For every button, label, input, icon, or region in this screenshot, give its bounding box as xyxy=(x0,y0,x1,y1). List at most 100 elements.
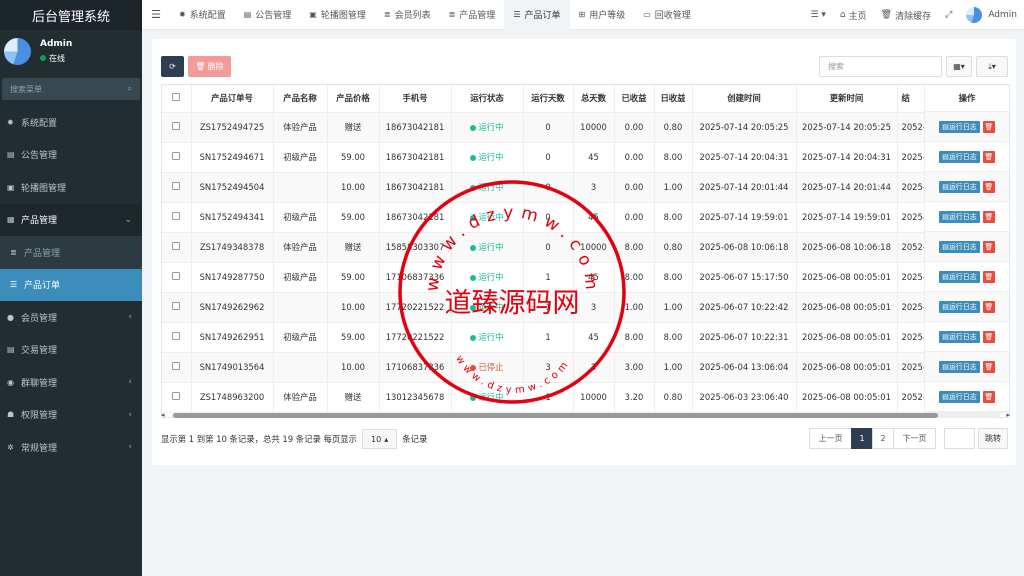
table-row[interactable]: SN1749262951 初级产品 59.00 17720221522 运行中 1 45 8.… xyxy=(162,322,1009,353)
refresh-button[interactable]: ⟳ xyxy=(161,56,184,77)
run-log-button[interactable]: ▤ 运行日志 xyxy=(939,360,980,373)
prev-page-button[interactable]: 上一页 xyxy=(809,428,852,449)
page-size-select[interactable]: 10 ▴ xyxy=(362,429,398,449)
page-1-button[interactable]: 1 xyxy=(851,428,873,449)
sidebar-item-trades[interactable]: ▤ 交易管理 xyxy=(0,334,142,367)
col-status[interactable]: 运行状态 xyxy=(451,85,524,113)
sidebar-item-notices[interactable]: ▤ 公告管理 xyxy=(0,139,142,172)
sidebar-search-input[interactable]: 搜索菜单 ⌕ xyxy=(2,78,140,100)
row-checkbox-cell[interactable] xyxy=(162,112,192,143)
tab-menu-dropdown[interactable]: ☰ ▾ xyxy=(803,10,832,20)
row-checkbox[interactable] xyxy=(172,332,181,340)
sidebar-item-group-chat[interactable]: ◉ 群聊管理 ‹ xyxy=(0,366,142,399)
row-checkbox[interactable] xyxy=(172,362,181,370)
page-jump-input[interactable] xyxy=(944,428,975,449)
row-checkbox-cell[interactable] xyxy=(162,232,192,263)
run-log-button[interactable]: ▤ 运行日志 xyxy=(939,300,980,313)
table-row[interactable]: SN1749013564 10.00 17106837336 已停止 3 3 3.00 1.0… xyxy=(162,352,1009,383)
table-row[interactable]: SN1752494341 初级产品 59.00 18673042181 运行中 0 45 0.… xyxy=(162,202,1009,233)
sidebar-toggle-icon[interactable]: ☰ xyxy=(142,8,170,21)
col-created[interactable]: 创建时间 xyxy=(692,85,797,113)
row-checkbox-cell[interactable] xyxy=(162,172,192,203)
table-row[interactable]: SN1752494504 10.00 18673042181 运行中 0 3 0.00 1.0… xyxy=(162,172,1009,203)
row-delete-button[interactable]: 🗑 xyxy=(982,240,995,253)
row-delete-button[interactable]: 🗑 xyxy=(982,300,995,313)
row-checkbox-cell[interactable] xyxy=(162,262,192,293)
next-page-button[interactable]: 下一页 xyxy=(893,428,936,449)
row-checkbox-cell[interactable] xyxy=(162,382,192,413)
fullscreen-button[interactable]: ⤢ xyxy=(938,10,959,20)
sidebar-item-system-config[interactable]: ✹ 系统配置 xyxy=(0,106,142,139)
sidebar-item-banners[interactable]: ▣ 轮播图管理 xyxy=(0,171,142,204)
sidebar-item-members[interactable]: ● 会员管理 ‹ xyxy=(0,301,142,334)
row-delete-button[interactable]: 🗑 xyxy=(982,120,995,133)
page-jump-button[interactable]: 跳转 xyxy=(978,428,1008,449)
table-row[interactable]: SN1749262962 10.00 17720221522 运行中 1 3 1.00 1.0… xyxy=(162,292,1009,323)
select-all-checkbox[interactable] xyxy=(172,93,181,102)
tab-user-levels[interactable]: ⊞ 用户等级 xyxy=(570,0,635,30)
run-log-button[interactable]: ▤ 运行日志 xyxy=(939,210,980,223)
search-input[interactable]: 搜索 xyxy=(819,56,942,77)
run-log-button[interactable]: ▤ 运行日志 xyxy=(939,330,980,343)
run-log-button[interactable]: ▤ 运行日志 xyxy=(939,180,980,193)
sidebar-subitem-product-orders[interactable]: ☰ 产品订单 xyxy=(0,268,142,301)
col-daily[interactable]: 日收益 xyxy=(654,85,693,113)
table-row[interactable]: SN1749287750 初级产品 59.00 17106837336 运行中 1 45 8.… xyxy=(162,262,1009,293)
run-log-button[interactable]: ▤ 运行日志 xyxy=(939,390,980,403)
run-log-button[interactable]: ▤ 运行日志 xyxy=(939,120,980,133)
row-delete-button[interactable]: 🗑 xyxy=(982,210,995,223)
sidebar-subitem-products[interactable]: ≣ 产品管理 xyxy=(0,236,142,269)
row-delete-button[interactable]: 🗑 xyxy=(982,330,995,343)
row-checkbox-cell[interactable] xyxy=(162,292,192,323)
row-checkbox[interactable] xyxy=(172,182,181,190)
scroll-left-icon[interactable]: ◂ xyxy=(161,411,165,419)
col-price[interactable]: 产品价格 xyxy=(327,85,380,113)
sidebar-item-permissions[interactable]: ☗ 权限管理 ‹ xyxy=(0,399,142,432)
row-checkbox[interactable] xyxy=(172,242,181,250)
select-all-checkbox-cell[interactable] xyxy=(162,85,192,113)
home-button[interactable]: ⌂ 主页 xyxy=(833,9,874,22)
tab-products[interactable]: ≣ 产品管理 xyxy=(440,0,505,30)
row-checkbox[interactable] xyxy=(172,272,181,280)
scrollbar-thumb[interactable] xyxy=(173,413,938,418)
export-button[interactable]: ⤓▾ xyxy=(976,56,1008,77)
tab-member-list[interactable]: ≣ 会员列表 xyxy=(375,0,440,30)
row-checkbox-cell[interactable] xyxy=(162,352,192,383)
clear-cache-button[interactable]: 🗑 清除缓存 xyxy=(874,9,938,22)
tab-recycle[interactable]: ▭ 回收管理 xyxy=(634,0,700,30)
row-checkbox[interactable] xyxy=(172,212,181,220)
row-checkbox-cell[interactable] xyxy=(162,142,192,173)
table-row[interactable]: ZS1748963200 体验产品 赠送 13012345678 运行中 1 10000 3.… xyxy=(162,382,1009,413)
row-checkbox[interactable] xyxy=(172,152,181,160)
col-order-no[interactable]: 产品订单号 xyxy=(191,85,274,113)
delete-button[interactable]: 🗑 删除 xyxy=(188,56,231,77)
table-row[interactable]: ZS1749348378 体验产品 赠送 15858303307 运行中 0 10000 8.… xyxy=(162,232,1009,263)
col-updated[interactable]: 更新时间 xyxy=(796,85,898,113)
row-checkbox[interactable] xyxy=(172,392,181,400)
run-log-button[interactable]: ▤ 运行日志 xyxy=(939,240,980,253)
row-delete-button[interactable]: 🗑 xyxy=(982,270,995,283)
user-menu[interactable]: Admin xyxy=(959,7,1024,23)
row-checkbox-cell[interactable] xyxy=(162,202,192,233)
row-checkbox[interactable] xyxy=(172,122,181,130)
search-icon[interactable]: ⌕ xyxy=(128,84,132,94)
app-title[interactable]: 后台管理系统 xyxy=(0,0,142,30)
sidebar-item-general[interactable]: ✲ 常规管理 ‹ xyxy=(0,431,142,464)
col-product-name[interactable]: 产品名称 xyxy=(273,85,328,113)
horizontal-scrollbar[interactable]: ◂ ▸ xyxy=(161,411,1010,419)
col-phone[interactable]: 手机号 xyxy=(379,85,452,113)
table-row[interactable]: SN1752494671 初级产品 59.00 18673042181 运行中 0 45 0.… xyxy=(162,142,1009,173)
columns-toggle-button[interactable]: ▦▾ xyxy=(946,56,972,77)
tab-notices[interactable]: ▤ 公告管理 xyxy=(235,0,301,30)
row-delete-button[interactable]: 🗑 xyxy=(982,360,995,373)
run-log-button[interactable]: ▤ 运行日志 xyxy=(939,270,980,283)
tab-system-config[interactable]: ✹ 系统配置 xyxy=(170,0,235,30)
page-2-button[interactable]: 2 xyxy=(872,428,894,449)
col-earned[interactable]: 已收益 xyxy=(614,85,655,113)
table-row[interactable]: ZS1752494725 体验产品 赠送 18673042181 运行中 0 10000 0.… xyxy=(162,112,1009,143)
col-run-days[interactable]: 运行天数 xyxy=(523,85,574,113)
run-log-button[interactable]: ▤ 运行日志 xyxy=(939,150,980,163)
row-delete-button[interactable]: 🗑 xyxy=(982,390,995,403)
row-delete-button[interactable]: 🗑 xyxy=(982,150,995,163)
tab-banners[interactable]: ▣ 轮播图管理 xyxy=(300,0,375,30)
